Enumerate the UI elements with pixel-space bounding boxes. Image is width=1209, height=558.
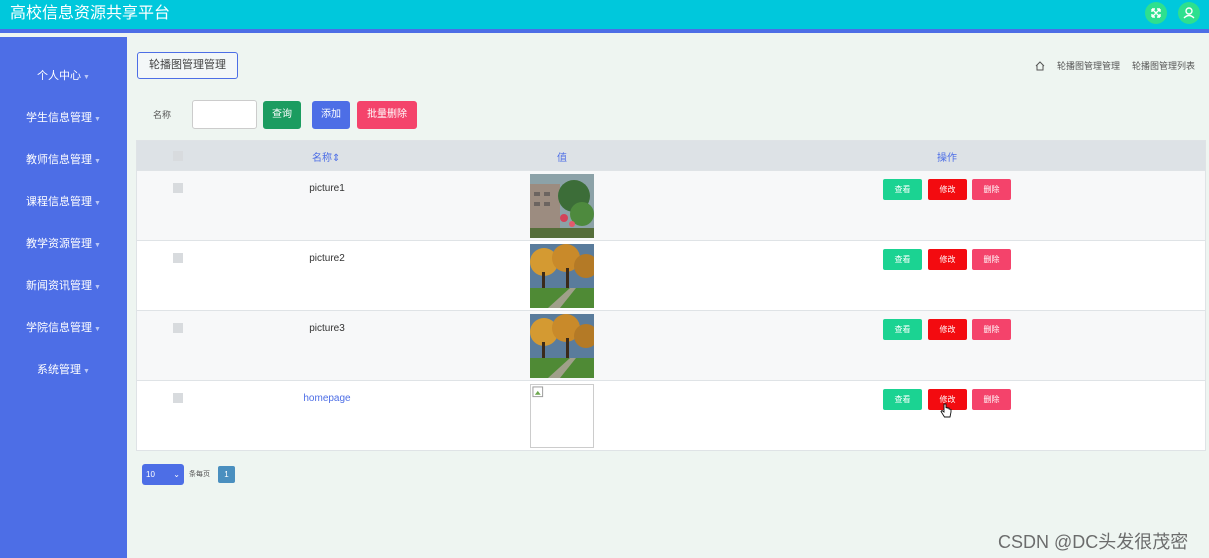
sidebar: 个人中心 ▼ 学生信息管理 ▼ 教师信息管理 ▼ 课程信息管理 ▼ 教学资源管理 ▼ 新闻…: [0, 37, 127, 558]
watermark: CSDN @DC头发很茂密: [998, 532, 1189, 552]
breadcrumb: 轮播图管理管理 轮播图管理列表: [1035, 59, 1195, 72]
caret-down-icon: ▼: [94, 326, 101, 333]
row-checkbox[interactable]: [173, 183, 183, 193]
section-title-button[interactable]: 轮播图管理管理: [137, 52, 238, 79]
row-name: picture1: [309, 183, 345, 194]
sidebar-item-system[interactable]: 系统管理 ▼: [0, 360, 127, 380]
top-bar: 高校信息资源共享平台: [0, 0, 1209, 33]
view-button[interactable]: 查看: [883, 319, 922, 340]
sidebar-item-label: 新闻资讯管理: [26, 280, 93, 292]
row-name: picture2: [309, 253, 345, 264]
page-1-button[interactable]: 1: [218, 466, 235, 483]
select-all-checkbox[interactable]: [173, 151, 183, 161]
page-size-select[interactable]: 10 ⌄: [142, 464, 184, 485]
delete-button[interactable]: 删除: [972, 179, 1011, 200]
carousel-table: 名称⇕ 值 操作 picture1 查看 修改 删除 picture2 查看 修…: [136, 140, 1206, 451]
table-header: 名称⇕ 值 操作: [137, 141, 1205, 170]
edit-button[interactable]: 修改: [928, 179, 967, 200]
name-column-header[interactable]: 名称⇕: [312, 149, 340, 164]
actions-column-header: 操作: [937, 153, 957, 164]
row-name: picture3: [309, 323, 345, 334]
view-button[interactable]: 查看: [883, 179, 922, 200]
add-button[interactable]: 添加: [312, 101, 350, 129]
row-checkbox[interactable]: [173, 393, 183, 403]
app-title: 高校信息资源共享平台: [10, 5, 171, 22]
sidebar-item-label: 学生信息管理: [26, 112, 93, 124]
caret-down-icon: ▼: [94, 200, 101, 207]
campus-building-photo: [530, 174, 594, 238]
caret-down-icon: ▼: [83, 74, 90, 81]
sidebar-item-teaching-resources[interactable]: 教学资源管理 ▼: [0, 234, 127, 254]
sidebar-item-label: 个人中心: [37, 70, 82, 82]
caret-down-icon: ▼: [94, 158, 101, 165]
name-search-input[interactable]: [192, 100, 257, 129]
sidebar-item-course-info[interactable]: 课程信息管理 ▼: [0, 192, 127, 212]
view-button[interactable]: 查看: [883, 389, 922, 410]
sidebar-item-news[interactable]: 新闻资讯管理 ▼: [0, 276, 127, 296]
hand-cursor-icon: [940, 403, 952, 418]
edit-button[interactable]: 修改: [928, 249, 967, 270]
search-label: 名称: [153, 110, 172, 120]
delete-button[interactable]: 删除: [972, 249, 1011, 270]
breadcrumb-item[interactable]: 轮播图管理管理: [1057, 59, 1120, 72]
autumn-trees-photo: [530, 314, 594, 378]
row-checkbox[interactable]: [173, 253, 183, 263]
view-button[interactable]: 查看: [883, 249, 922, 270]
sidebar-item-teacher-info[interactable]: 教师信息管理 ▼: [0, 150, 127, 170]
sidebar-item-label: 教学资源管理: [26, 238, 93, 250]
sidebar-item-label: 课程信息管理: [26, 196, 93, 208]
autumn-trees-photo: [530, 244, 594, 308]
query-button[interactable]: 查询: [263, 101, 301, 129]
sidebar-item-personal-center[interactable]: 个人中心 ▼: [0, 66, 127, 86]
sidebar-item-label: 系统管理: [37, 364, 82, 376]
edit-button[interactable]: 修改: [928, 319, 967, 340]
chevron-down-icon: ⌄: [173, 470, 180, 479]
table-row: picture1 查看 修改 删除: [137, 170, 1205, 240]
fullscreen-icon[interactable]: [1145, 2, 1167, 24]
delete-button[interactable]: 删除: [972, 319, 1011, 340]
per-page-label: 条每页: [189, 471, 210, 478]
table-row: homepage 查看 修改 删除: [137, 380, 1205, 450]
home-icon[interactable]: [1035, 60, 1045, 71]
caret-down-icon: ▼: [83, 368, 90, 375]
sort-icon[interactable]: ⇕: [332, 153, 340, 164]
breadcrumb-item: 轮播图管理列表: [1131, 61, 1195, 71]
table-row: picture3 查看 修改 删除: [137, 310, 1205, 380]
table-row: picture2 查看 修改 删除: [137, 240, 1205, 310]
user-icon[interactable]: [1178, 2, 1200, 24]
sidebar-item-label: 学院信息管理: [26, 322, 93, 334]
caret-down-icon: ▼: [94, 116, 101, 123]
sidebar-item-label: 教师信息管理: [26, 154, 93, 166]
row-checkbox[interactable]: [173, 323, 183, 333]
sidebar-item-college-info[interactable]: 学院信息管理 ▼: [0, 318, 127, 338]
broken-image-icon: [530, 384, 594, 448]
caret-down-icon: ▼: [94, 284, 101, 291]
caret-down-icon: ▼: [94, 242, 101, 249]
value-column-header: 值: [557, 153, 567, 164]
delete-button[interactable]: 删除: [972, 389, 1011, 410]
sidebar-item-student-info[interactable]: 学生信息管理 ▼: [0, 108, 127, 128]
row-name[interactable]: homepage: [287, 393, 367, 404]
batch-delete-button[interactable]: 批量删除: [357, 101, 417, 129]
